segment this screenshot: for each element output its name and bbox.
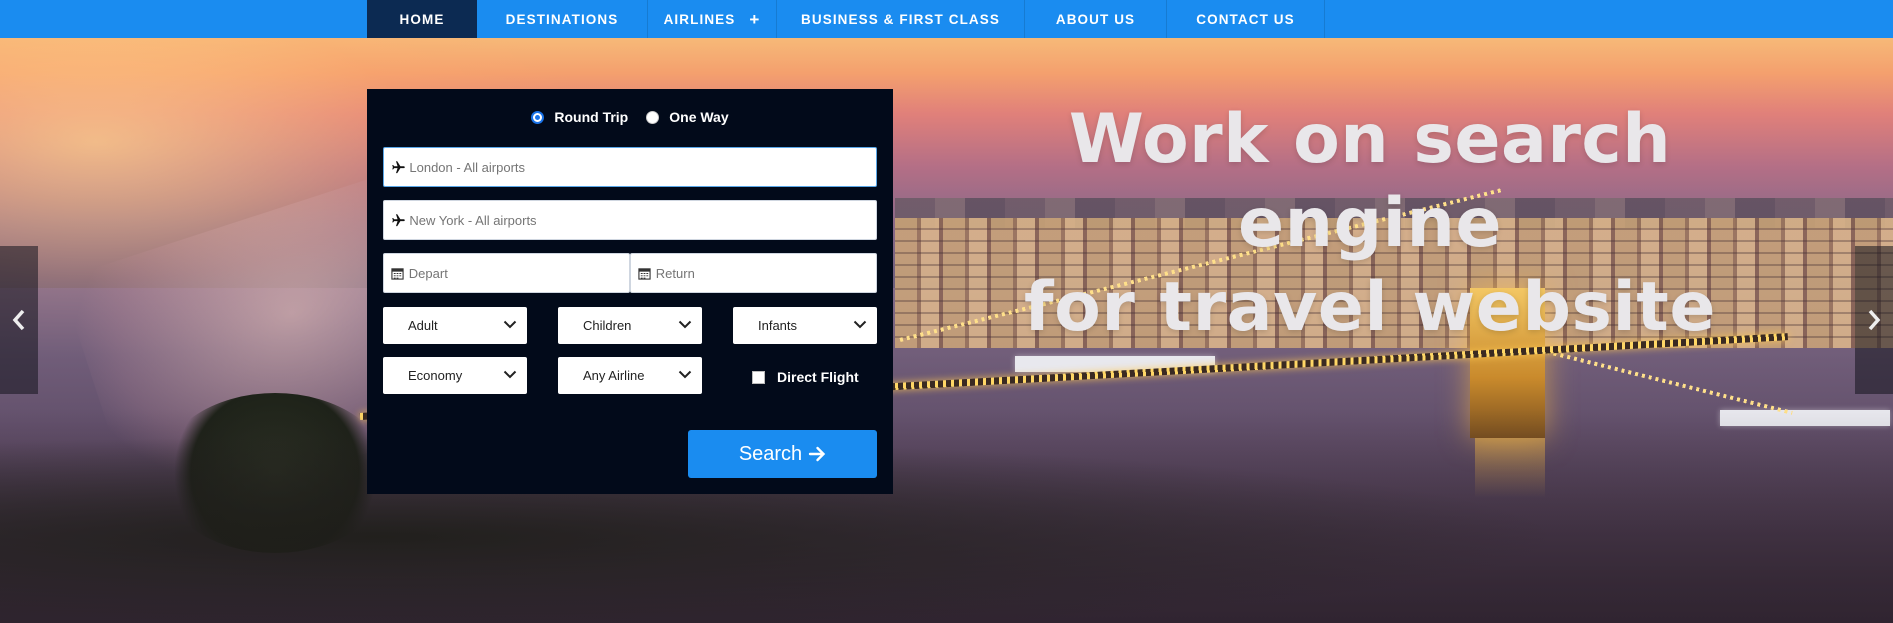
children-select-value: Children: [583, 318, 632, 333]
plus-icon: +: [749, 9, 761, 29]
chevron-down-icon: [853, 320, 867, 329]
return-date-field[interactable]: [630, 253, 877, 293]
cabin-class-select-value: Economy: [408, 368, 463, 383]
infants-select-value: Infants: [758, 318, 798, 333]
direct-flight-option[interactable]: Direct Flight: [752, 369, 859, 385]
origin-input[interactable]: [409, 159, 876, 175]
nav-item-destinations[interactable]: DESTINATIONS: [477, 0, 648, 38]
nav-list: HOME DESTINATIONS AIRLINES + BUSINESS & …: [367, 0, 1325, 38]
nav-item-about-us[interactable]: ABOUT US: [1025, 0, 1167, 38]
slider-prev-button[interactable]: [0, 246, 38, 394]
chevron-down-icon: [678, 370, 692, 379]
trip-type-selector: Round Trip One Way: [367, 106, 893, 128]
chevron-left-icon: [12, 309, 25, 331]
chevron-down-icon: [678, 320, 692, 329]
one-way-radio[interactable]: [646, 110, 660, 124]
depart-input[interactable]: [408, 265, 629, 281]
chevron-right-icon: [1868, 309, 1881, 331]
hero-title-line2: for travel website: [1024, 268, 1716, 347]
round-trip-radio[interactable]: [531, 110, 545, 124]
airline-select[interactable]: Any Airline: [558, 357, 702, 394]
nav-item-contact-us[interactable]: CONTACT US: [1167, 0, 1325, 38]
destination-field[interactable]: [383, 200, 877, 240]
chevron-down-icon: [503, 370, 517, 379]
nav-item-home[interactable]: HOME: [367, 0, 477, 38]
hero-title: Work on search engine for travel website: [930, 98, 1810, 350]
nav-item-airlines[interactable]: AIRLINES +: [648, 0, 777, 38]
calendar-icon: [391, 267, 406, 280]
children-select[interactable]: Children: [558, 307, 702, 344]
airline-select-value: Any Airline: [583, 368, 645, 383]
one-way-option[interactable]: One Way: [646, 109, 729, 125]
nav-item-airlines-label: AIRLINES: [663, 11, 736, 27]
direct-flight-checkbox[interactable]: [752, 370, 765, 384]
chevron-down-icon: [503, 320, 517, 329]
top-navigation: HOME DESTINATIONS AIRLINES + BUSINESS & …: [0, 0, 1893, 38]
adult-select[interactable]: Adult: [383, 307, 527, 344]
return-input[interactable]: [655, 265, 876, 281]
cabin-class-select[interactable]: Economy: [383, 357, 527, 394]
round-trip-label: Round Trip: [554, 109, 629, 125]
infants-select[interactable]: Infants: [733, 307, 877, 344]
calendar-icon: [638, 267, 653, 280]
origin-field[interactable]: [383, 147, 877, 187]
arrow-right-icon: [808, 446, 826, 462]
slider-next-button[interactable]: [1855, 246, 1893, 394]
round-trip-option[interactable]: Round Trip: [531, 109, 628, 125]
nav-item-business-first-class[interactable]: BUSINESS & FIRST CLASS: [777, 0, 1025, 38]
search-button[interactable]: Search: [688, 430, 877, 478]
hero-slider: Work on search engine for travel website: [0, 38, 1893, 623]
adult-select-value: Adult: [408, 318, 438, 333]
hero-title-line1: Work on search engine: [1068, 100, 1672, 263]
one-way-label: One Way: [669, 109, 729, 125]
flight-search-panel: Round Trip One Way Adult Child: [367, 89, 893, 494]
depart-date-field[interactable]: [383, 253, 630, 293]
direct-flight-label: Direct Flight: [777, 369, 859, 385]
airplane-icon: [391, 160, 406, 175]
airplane-icon: [391, 213, 406, 228]
destination-input[interactable]: [409, 212, 876, 228]
foreground-shadow: [0, 408, 1893, 623]
search-button-label: Search: [738, 442, 803, 465]
